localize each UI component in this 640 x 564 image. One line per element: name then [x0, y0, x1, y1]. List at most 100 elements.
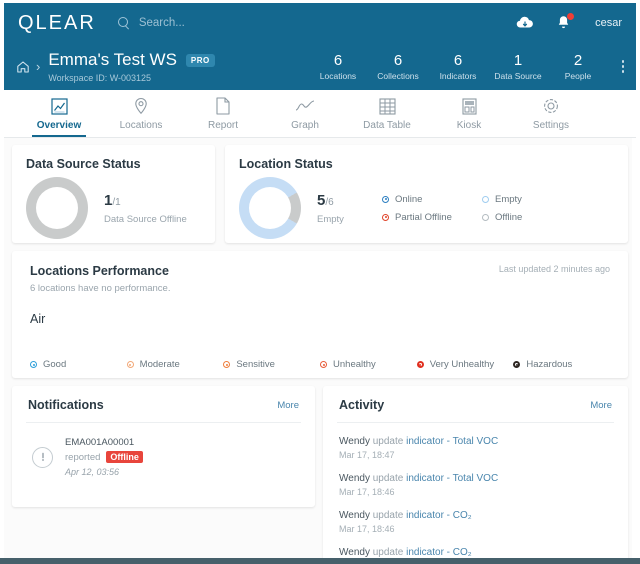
- legend-marker-icon: [382, 195, 389, 203]
- document-icon: [216, 97, 230, 116]
- stat-label: People: [564, 70, 592, 81]
- page-title: Emma's Test WS: [48, 50, 177, 69]
- tab-label: Overview: [36, 119, 82, 131]
- activity-timestamp: Mar 17, 18:46: [339, 524, 395, 534]
- search-icon: [117, 16, 131, 30]
- top-navigation-bar: QLEAR cesar: [4, 3, 636, 43]
- last-updated-label: Last updated 2 minutes ago: [498, 264, 610, 274]
- workspace-header: › Emma's Test WS PRO Workspace ID: W-003…: [4, 43, 636, 90]
- legend-label: Good: [43, 359, 67, 370]
- tab-data-table[interactable]: Data Table: [346, 90, 428, 137]
- activity-target[interactable]: indicator - Total VOC: [406, 436, 498, 447]
- activity-item[interactable]: Wendy update indicator - Total VOC Mar 1…: [339, 473, 612, 497]
- air-legend-hazardous: Hazardous: [513, 359, 610, 370]
- notifications-more-link[interactable]: More: [277, 400, 299, 411]
- chart-overview-icon: [50, 97, 68, 116]
- window-bottom-bar: [0, 558, 640, 564]
- stat-indicators[interactable]: 6 Indicators: [428, 52, 488, 81]
- activity-verb: update: [372, 547, 404, 558]
- air-legend-sensitive: Sensitive: [223, 359, 320, 370]
- tab-kiosk[interactable]: Kiosk: [428, 90, 510, 137]
- activity-target[interactable]: indicator - Total VOC: [406, 473, 498, 484]
- card-title: Location Status: [239, 157, 333, 171]
- data-source-count: 1/1: [104, 191, 121, 209]
- location-donut-text: 5/6 Empty: [317, 192, 344, 225]
- activity-verb: update: [372, 436, 404, 447]
- tab-settings[interactable]: Settings: [510, 90, 592, 137]
- status-cards-row: Data Source Status 1/1 Data Source Offli…: [12, 145, 628, 243]
- legend-label: Hazardous: [526, 359, 573, 370]
- air-legend-good: Good: [30, 359, 127, 370]
- overview-content: Data Source Status 1/1 Data Source Offli…: [4, 138, 636, 558]
- air-section-label: Air: [30, 312, 46, 326]
- data-source-donut-row: 1/1 Data Source Offline: [26, 177, 201, 239]
- tab-label: Graph: [291, 119, 319, 131]
- activity-more-link[interactable]: More: [590, 400, 612, 411]
- tab-locations[interactable]: Locations: [100, 90, 182, 137]
- stat-value: 1: [513, 51, 523, 69]
- legend-marker-icon: [482, 213, 489, 221]
- chevron-right-icon: ›: [36, 59, 41, 74]
- location-status-legend: Online Empty Partial Offline Offline: [382, 194, 562, 223]
- activity-item[interactable]: Wendy update indicator - Total VOC Mar 1…: [339, 436, 612, 460]
- tab-label: Settings: [532, 119, 570, 131]
- qlear-logo[interactable]: QLEAR: [18, 12, 96, 35]
- activity-target[interactable]: indicator - CO₂: [406, 547, 472, 558]
- location-caption: Empty: [317, 213, 344, 225]
- activity-user: Wendy: [339, 547, 370, 558]
- workspace-id-label: Workspace ID: W-003125: [48, 73, 152, 83]
- table-grid-icon: [378, 97, 396, 116]
- notification-badge: [567, 13, 575, 20]
- kebab-menu-icon[interactable]: [614, 60, 632, 73]
- user-menu[interactable]: cesar: [595, 17, 622, 29]
- notification-body: EMA001A00001 reported Offline Apr 12, 03…: [65, 437, 143, 477]
- map-pin-icon: [133, 97, 149, 116]
- cloud-download-icon[interactable]: [516, 16, 534, 30]
- divider: [26, 422, 301, 423]
- legend-marker-icon: [320, 361, 328, 368]
- air-legend-very-unhealthy: Very Unhealthy: [416, 359, 514, 370]
- activity-item[interactable]: Wendy update indicator - CO₂ Mar 17, 18:…: [339, 510, 612, 534]
- stat-value: 2: [573, 51, 583, 69]
- legend-marker-icon: [382, 213, 389, 221]
- divider: [337, 422, 614, 423]
- legend-marker-icon: [513, 361, 521, 368]
- stat-data-source[interactable]: 1 Data Source: [488, 51, 548, 81]
- top-right-actions: cesar: [516, 13, 622, 31]
- tab-overview[interactable]: Overview: [18, 90, 100, 137]
- search-box[interactable]: [117, 16, 289, 30]
- legend-label: Online: [395, 193, 423, 205]
- card-title: Data Source Status: [26, 157, 141, 171]
- panel-title: Notifications: [28, 398, 104, 412]
- content-scrollbar[interactable]: [632, 138, 636, 558]
- activity-header: Activity More: [339, 398, 612, 412]
- stat-collections[interactable]: 6 Collections: [368, 51, 428, 81]
- activity-target[interactable]: indicator - CO₂: [406, 510, 472, 521]
- notifications-bell-button[interactable]: [556, 13, 575, 31]
- stat-label: Collections: [377, 70, 419, 81]
- stat-people[interactable]: 2 People: [548, 51, 608, 81]
- workspace-titles: Emma's Test WS PRO Workspace ID: W-00312…: [48, 50, 215, 83]
- stat-value: 6: [393, 51, 403, 69]
- legend-label: Moderate: [139, 359, 180, 370]
- search-input[interactable]: [138, 17, 289, 29]
- legend-marker-icon: [223, 361, 231, 368]
- legend-label: Unhealthy: [333, 359, 376, 370]
- locations-performance-card: Locations Performance 6 locations have n…: [12, 251, 628, 378]
- air-legend-moderate: Moderate: [126, 359, 224, 370]
- panel-title: Activity: [339, 398, 385, 412]
- location-donut-row: 5/6 Empty Online Empty Partial Offline O…: [239, 177, 614, 239]
- home-icon[interactable]: [16, 60, 30, 74]
- tab-graph[interactable]: Graph: [264, 90, 346, 137]
- info-circle-icon: [32, 446, 53, 468]
- notifications-header: Notifications More: [28, 398, 299, 412]
- activity-item[interactable]: Wendy update indicator - CO₂: [339, 547, 612, 558]
- air-legend-unhealthy: Unhealthy: [320, 359, 417, 370]
- tab-report[interactable]: Report: [182, 90, 264, 137]
- stat-locations[interactable]: 6 Locations: [308, 52, 368, 81]
- line-graph-icon: [295, 97, 315, 116]
- notification-item[interactable]: EMA001A00001 reported Offline Apr 12, 03…: [28, 437, 299, 477]
- legend-label: Empty: [495, 193, 522, 205]
- notification-action: reported: [65, 451, 101, 463]
- activity-user: Wendy: [339, 510, 370, 521]
